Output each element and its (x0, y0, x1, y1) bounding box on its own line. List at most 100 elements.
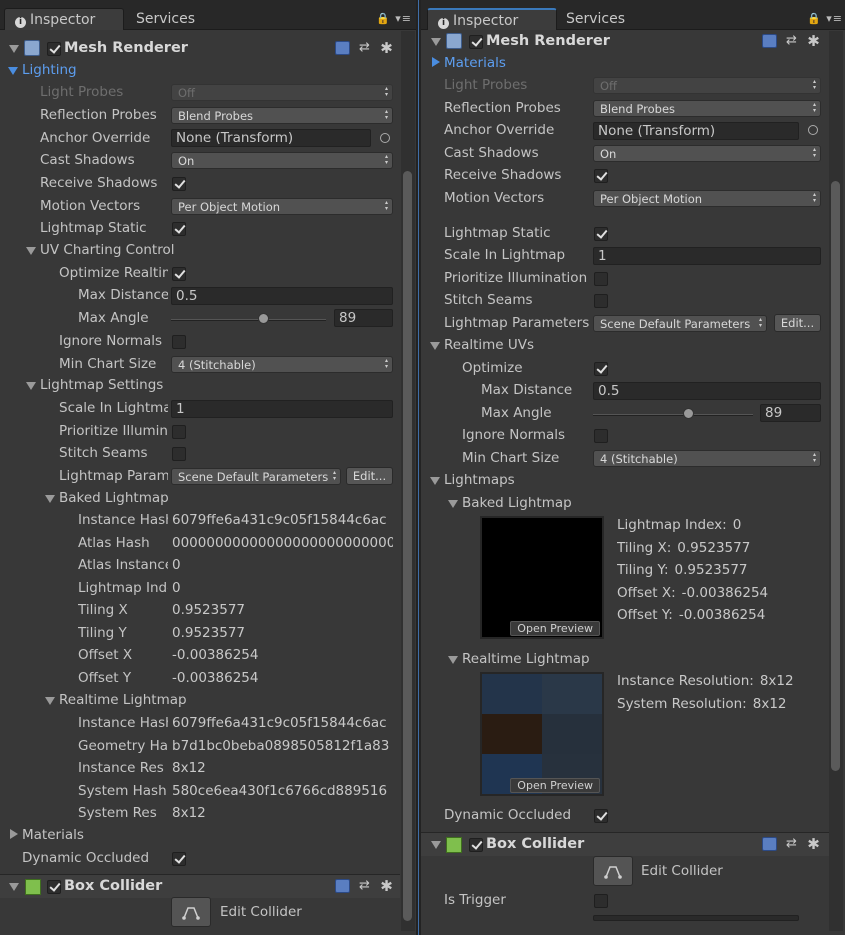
baked-lightmap-foldout[interactable]: Baked Lightmap (462, 492, 607, 514)
lightmap-settings-foldout[interactable]: Lightmap Settings (40, 374, 180, 396)
uv-charting-foldout-icon[interactable] (26, 247, 36, 255)
reflection-probes-dropdown[interactable]: Blend Probes (171, 107, 393, 124)
max-distance-field[interactable]: 0.5 (593, 382, 821, 400)
help-book-icon[interactable] (762, 34, 777, 48)
mesh-renderer-header[interactable]: Mesh Renderer ⇄ ✱ (421, 30, 829, 54)
prioritize-illumination-checkbox[interactable] (594, 272, 608, 286)
stitch-seams-checkbox[interactable] (594, 294, 608, 308)
min-chart-size-dropdown[interactable]: 4 (Stitchable) (171, 356, 393, 373)
box-collider-enabled-checkbox[interactable] (47, 880, 61, 894)
stitch-seams-checkbox[interactable] (172, 447, 186, 461)
lock-menu-icon[interactable]: 🔒 ▾≡ (376, 12, 412, 25)
lightmaps-foldout[interactable]: Lightmaps (444, 469, 589, 491)
preset-icon[interactable]: ⇄ (357, 41, 372, 55)
material-field[interactable] (593, 915, 799, 921)
realtime-lightmap-foldout-icon[interactable] (448, 656, 458, 664)
lightmap-parameters-dropdown[interactable]: Scene Default Parameters (171, 468, 341, 485)
ignore-normals-checkbox[interactable] (594, 429, 608, 443)
box-collider-enabled-checkbox[interactable] (469, 838, 483, 852)
gear-icon[interactable]: ✱ (806, 34, 821, 49)
preset-icon[interactable]: ⇄ (784, 34, 799, 48)
preset-icon[interactable]: ⇄ (784, 837, 799, 851)
baked-lightmap-foldout-icon[interactable] (45, 495, 55, 503)
gear-icon[interactable]: ✱ (379, 879, 394, 894)
light-probes-dropdown[interactable]: Off (171, 84, 393, 101)
help-book-icon[interactable] (762, 837, 777, 851)
scale-in-lightmap-field[interactable]: 1 (593, 247, 821, 265)
tab-services[interactable]: Services (566, 8, 666, 30)
materials-foldout-icon[interactable] (432, 57, 440, 67)
lock-menu-icon[interactable]: 🔒 ▾≡ (807, 12, 843, 25)
lightmap-static-checkbox[interactable] (594, 227, 608, 241)
max-angle-slider[interactable] (171, 319, 326, 321)
lightmap-settings-foldout-icon[interactable] (26, 382, 36, 390)
anchor-override-field[interactable]: None (Transform) (593, 122, 799, 140)
max-angle-slider[interactable] (593, 414, 753, 416)
optimize-realtime-checkbox[interactable] (172, 267, 186, 281)
max-angle-field[interactable]: 89 (760, 404, 821, 422)
object-picker-icon[interactable] (380, 133, 390, 143)
realtime-lightmap-foldout[interactable]: Realtime Lightmap (462, 648, 607, 670)
gear-icon[interactable]: ✱ (806, 837, 821, 852)
realtime-uvs-foldout-icon[interactable] (430, 342, 440, 350)
edit-collider-button[interactable] (593, 856, 633, 886)
foldout-arrow-icon[interactable] (9, 883, 19, 891)
reflection-probes-dropdown[interactable]: Blend Probes (593, 100, 821, 117)
scrollbar[interactable] (401, 31, 415, 931)
uv-charting-foldout[interactable]: UV Charting Control (40, 239, 182, 261)
object-picker-icon[interactable] (808, 125, 818, 135)
is-trigger-checkbox[interactable] (594, 894, 608, 908)
materials-foldout[interactable]: Materials (22, 824, 84, 846)
receive-shadows-checkbox[interactable] (594, 169, 608, 183)
max-angle-slider-knob[interactable] (683, 408, 694, 419)
edit-collider-button[interactable] (171, 897, 211, 927)
anchor-override-field[interactable]: None (Transform) (171, 129, 371, 147)
prioritize-illumination-checkbox[interactable] (172, 425, 186, 439)
baked-lightmap-foldout-icon[interactable] (448, 500, 458, 508)
lighting-foldout[interactable]: Lighting (22, 59, 77, 81)
lighting-foldout-icon[interactable] (8, 67, 18, 75)
foldout-arrow-icon[interactable] (9, 45, 19, 53)
tab-inspector[interactable]: i Inspector (4, 8, 124, 30)
lightmap-static-checkbox[interactable] (172, 222, 186, 236)
cast-shadows-dropdown[interactable]: On (593, 145, 821, 162)
edit-parameters-button[interactable]: Edit... (774, 314, 821, 332)
max-distance-field[interactable]: 0.5 (171, 287, 393, 305)
box-collider-header[interactable]: Box Collider ⇄ ✱ (421, 832, 829, 856)
materials-foldout-icon[interactable] (10, 829, 18, 839)
min-chart-size-dropdown[interactable]: 4 (Stitchable) (593, 450, 821, 467)
baked-lightmap-foldout[interactable]: Baked Lightmap (59, 487, 199, 509)
edit-parameters-button[interactable]: Edit... (346, 467, 393, 485)
optimize-checkbox[interactable] (594, 362, 608, 376)
scrollbar-thumb[interactable] (831, 181, 840, 771)
realtime-lightmap-foldout[interactable]: Realtime Lightmap (59, 689, 199, 711)
tab-inspector[interactable]: i Inspector (427, 8, 557, 30)
gear-icon[interactable]: ✱ (379, 41, 394, 56)
motion-vectors-dropdown[interactable]: Per Object Motion (593, 190, 821, 207)
materials-foldout[interactable]: Materials (444, 52, 506, 74)
lightmaps-foldout-icon[interactable] (430, 477, 440, 485)
preset-icon[interactable]: ⇄ (357, 879, 372, 893)
scale-in-lightmap-field[interactable]: 1 (171, 400, 393, 418)
open-preview-button[interactable]: Open Preview (510, 621, 600, 636)
scrollbar-thumb[interactable] (403, 171, 412, 921)
foldout-arrow-icon[interactable] (431, 841, 441, 849)
dynamic-occluded-checkbox[interactable] (172, 852, 186, 866)
open-preview-button[interactable]: Open Preview (510, 778, 600, 793)
motion-vectors-dropdown[interactable]: Per Object Motion (171, 198, 393, 215)
mesh-renderer-enabled-checkbox[interactable] (469, 35, 483, 49)
receive-shadows-checkbox[interactable] (172, 177, 186, 191)
dynamic-occluded-checkbox[interactable] (594, 809, 608, 823)
light-probes-dropdown[interactable]: Off (593, 77, 821, 94)
mesh-renderer-header[interactable]: Mesh Renderer ⇄ ✱ (0, 37, 400, 61)
tab-services[interactable]: Services (136, 8, 236, 30)
max-angle-field[interactable]: 89 (334, 309, 393, 327)
foldout-arrow-icon[interactable] (431, 38, 441, 46)
realtime-uvs-foldout[interactable]: Realtime UVs (444, 334, 589, 356)
cast-shadows-dropdown[interactable]: On (171, 152, 393, 169)
mesh-renderer-enabled-checkbox[interactable] (47, 42, 61, 56)
ignore-normals-checkbox[interactable] (172, 335, 186, 349)
help-book-icon[interactable] (335, 879, 350, 893)
scrollbar[interactable] (829, 31, 843, 931)
lightmap-parameters-dropdown[interactable]: Scene Default Parameters (593, 315, 767, 332)
